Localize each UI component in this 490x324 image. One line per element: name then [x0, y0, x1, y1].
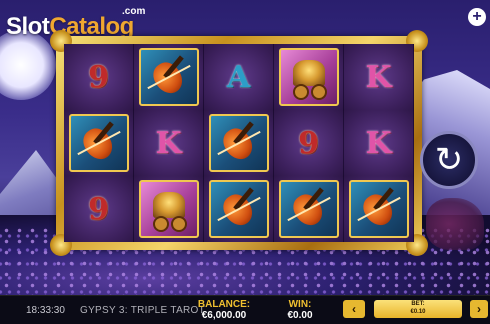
spin-button[interactable]: ↻ [420, 131, 478, 189]
reel-cell [204, 176, 274, 242]
reel-cell [204, 110, 274, 176]
reel-cell [134, 176, 204, 242]
symbol-a: A [226, 59, 251, 95]
reel-cell: A [204, 44, 274, 110]
symbol-k: K [365, 59, 392, 95]
bet-display: BET: €0.10 [374, 300, 462, 318]
clock-time: 18:33:30 [26, 305, 65, 316]
reel-cell: K [344, 110, 414, 176]
chevron-right-icon: › [477, 302, 481, 316]
bet-increase-button[interactable]: › [470, 300, 488, 318]
reel-cell [274, 176, 344, 242]
wagon-symbol [138, 180, 199, 238]
game-title: GYPSY 3: TRIPLE TAROT [80, 305, 206, 316]
reel-grid[interactable]: 9AKK9K9 [64, 44, 414, 242]
spin-icon: ↻ [434, 141, 464, 179]
chevron-left-icon: ‹ [352, 302, 356, 316]
bet-decrease-button[interactable]: ‹ [343, 300, 365, 318]
symbol-9: 9 [88, 191, 109, 227]
win-value: €0.00 [287, 310, 313, 321]
bet-label: BET: [411, 301, 425, 307]
balance-value: €6,000.00 [201, 310, 247, 321]
wagon-symbol [278, 48, 339, 106]
reel-cell: 9 [274, 110, 344, 176]
horse-figure [426, 198, 484, 250]
reel-cell: K [344, 44, 414, 110]
violin-symbol [208, 114, 269, 172]
bet-value: €0.10 [410, 309, 426, 315]
reel-cell [64, 110, 134, 176]
violin-symbol [348, 180, 409, 238]
logo-domain: .com [122, 6, 146, 17]
reel-cell [274, 44, 344, 110]
reel-cell [344, 176, 414, 242]
symbol-9: 9 [88, 59, 109, 95]
symbol-k: K [365, 125, 392, 161]
plus-icon[interactable]: + [468, 8, 486, 26]
win-label: WIN: [288, 299, 312, 310]
symbol-k: K [155, 125, 182, 161]
violin-symbol [278, 180, 339, 238]
reel-cell: 9 [64, 176, 134, 242]
balance-label: BALANCE: [197, 299, 251, 310]
reel-cell [134, 44, 204, 110]
violin-symbol [68, 114, 129, 172]
symbol-9: 9 [298, 125, 319, 161]
reel-cell: K [134, 110, 204, 176]
reel-cell: 9 [64, 44, 134, 110]
violin-symbol [138, 48, 199, 106]
violin-symbol [208, 180, 269, 238]
